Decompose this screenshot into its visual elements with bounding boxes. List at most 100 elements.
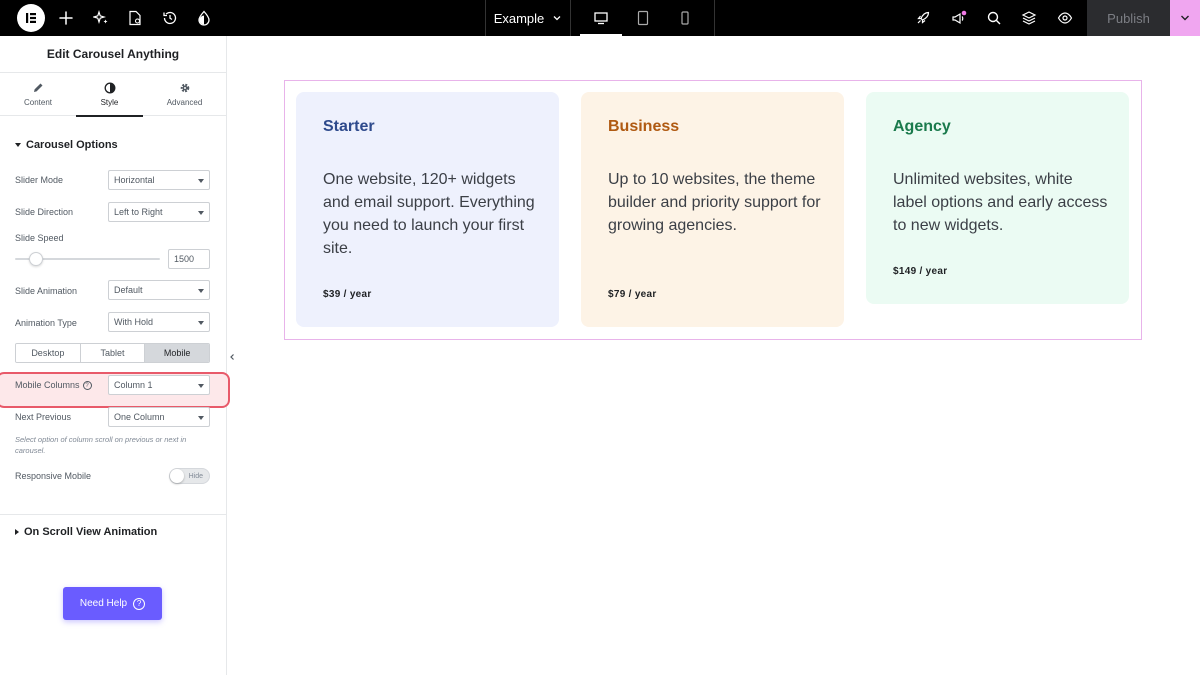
- device-tab-mobile[interactable]: Mobile: [145, 344, 209, 362]
- question-icon: ?: [133, 597, 146, 610]
- publish-button[interactable]: Publish: [1087, 0, 1170, 36]
- separator: [570, 0, 571, 36]
- card-description: One website, 120+ widgets and email supp…: [323, 171, 535, 257]
- responsive-mobile-label: Responsive Mobile: [15, 471, 92, 481]
- slider-mode-select[interactable]: Horizontal: [108, 170, 210, 190]
- pencil-icon: [34, 83, 43, 92]
- panel-title: Edit Carousel Anything: [46, 47, 180, 61]
- separator: [714, 0, 715, 36]
- card-title: Agency: [893, 118, 951, 135]
- tab-style[interactable]: Style: [76, 73, 143, 117]
- card-description: Unlimited websites, white label options …: [893, 171, 1108, 234]
- slider-mode-label: Slider Mode: [15, 175, 64, 185]
- desktop-icon: [594, 12, 608, 25]
- caret-right-icon: [15, 529, 19, 535]
- caret-down-icon: [15, 143, 21, 147]
- desktop-view-button[interactable]: [580, 0, 622, 36]
- toggle-label: Hide: [188, 472, 203, 480]
- select-value: One Column: [114, 412, 165, 422]
- ai-sparkle-icon[interactable]: [89, 6, 113, 30]
- caret-down-icon: [198, 289, 204, 293]
- card-price: $79 / year: [608, 289, 657, 300]
- mobile-view-button[interactable]: [664, 0, 706, 36]
- collapse-panel-button[interactable]: [226, 347, 238, 367]
- help-icon[interactable]: ?: [82, 381, 92, 391]
- device-tabs: Desktop Tablet Mobile: [15, 343, 210, 363]
- chevron-down-icon: [1181, 15, 1189, 21]
- top-bar: Example Publish: [0, 0, 1200, 36]
- caret-down-icon: [198, 416, 204, 420]
- card-title: Starter: [323, 118, 375, 135]
- chevron-left-icon: [230, 354, 234, 360]
- panel-tabs: Content Style Advanced: [0, 72, 226, 117]
- contrast-icon: [104, 82, 115, 94]
- tab-label: Style: [100, 98, 119, 107]
- caret-down-icon: [198, 384, 204, 388]
- caret-down-icon: [198, 321, 204, 325]
- caret-down-icon: [198, 211, 204, 215]
- card-price: $39 / year: [323, 289, 372, 300]
- responsive-mobile-toggle[interactable]: Hide: [169, 468, 210, 484]
- section-carousel-options[interactable]: Carousel Options: [15, 139, 118, 151]
- select-value: Left to Right: [114, 207, 163, 217]
- document-name: Example: [493, 10, 545, 26]
- animation-type-select[interactable]: With Hold: [108, 312, 210, 332]
- mobile-columns-text: Mobile Columns: [15, 380, 80, 390]
- tab-advanced[interactable]: Advanced: [143, 73, 226, 116]
- need-help-label: Need Help: [79, 598, 128, 609]
- card-price: $149 / year: [893, 266, 948, 277]
- next-previous-select[interactable]: One Column: [108, 407, 210, 427]
- slide-speed-label: Slide Speed: [15, 233, 64, 243]
- section-scroll-animation[interactable]: On Scroll View Animation: [15, 526, 157, 538]
- search-icon[interactable]: [982, 6, 1006, 30]
- history-icon[interactable]: [158, 6, 182, 30]
- slide-animation-select[interactable]: Default: [108, 280, 210, 300]
- next-previous-label: Next Previous: [15, 412, 72, 422]
- tab-label: Content: [23, 98, 53, 107]
- mobile-columns-label: Mobile Columns?: [15, 380, 92, 391]
- editor-panel: Edit Carousel Anything Content Style Adv…: [0, 36, 230, 675]
- next-previous-description: Select option of column scroll on previo…: [15, 435, 187, 455]
- slide-speed-input[interactable]: 1500: [168, 249, 210, 269]
- tablet-view-button[interactable]: [622, 0, 664, 36]
- toggle-knob: [170, 469, 184, 483]
- section-divider: [0, 514, 226, 515]
- notifications-megaphone-icon[interactable]: [947, 6, 971, 30]
- select-value: Horizontal: [114, 175, 155, 185]
- page-settings-icon[interactable]: [123, 6, 147, 30]
- slide-direction-label: Slide Direction: [15, 207, 74, 217]
- animation-type-label: Animation Type: [15, 318, 77, 328]
- pricing-card-starter[interactable]: Starter One website, 120+ widgets and em…: [296, 92, 559, 327]
- slide-direction-select[interactable]: Left to Right: [108, 202, 210, 222]
- mobile-icon: [681, 11, 689, 25]
- pricing-card-agency[interactable]: Agency Unlimited websites, white label o…: [866, 92, 1129, 304]
- tab-content[interactable]: Content: [0, 73, 76, 116]
- gear-icon: [180, 83, 189, 93]
- need-help-button[interactable]: Need Help ?: [63, 587, 162, 620]
- slide-animation-label: Slide Animation: [15, 286, 78, 296]
- device-tab-tablet[interactable]: Tablet: [80, 344, 146, 362]
- section-title: Carousel Options: [26, 139, 118, 151]
- select-value: Column 1: [114, 380, 153, 390]
- add-element-icon[interactable]: [54, 6, 78, 30]
- card-description: Up to 10 websites, the theme builder and…: [608, 171, 821, 234]
- pricing-card-business[interactable]: Business Up to 10 websites, the theme bu…: [581, 92, 844, 327]
- tablet-icon: [637, 10, 649, 26]
- mobile-columns-select[interactable]: Column 1: [108, 375, 210, 395]
- select-value: Default: [114, 285, 143, 295]
- card-title: Business: [608, 118, 680, 135]
- tab-label: Advanced: [166, 98, 203, 107]
- caret-down-icon: [198, 179, 204, 183]
- rocket-icon[interactable]: [911, 6, 935, 30]
- section-title: On Scroll View Animation: [24, 526, 158, 538]
- slide-speed-slider-handle[interactable]: [29, 252, 43, 266]
- layers-icon[interactable]: [1017, 6, 1041, 30]
- select-value: With Hold: [114, 317, 154, 327]
- document-name-dropdown[interactable]: Example: [486, 0, 570, 36]
- device-tab-desktop[interactable]: Desktop: [16, 344, 81, 362]
- publish-options-button[interactable]: [1170, 0, 1200, 36]
- preview-eye-icon[interactable]: [1053, 6, 1077, 30]
- chevron-down-icon: [553, 16, 561, 21]
- site-settings-icon[interactable]: [192, 6, 216, 30]
- elementor-logo-icon[interactable]: [17, 4, 45, 32]
